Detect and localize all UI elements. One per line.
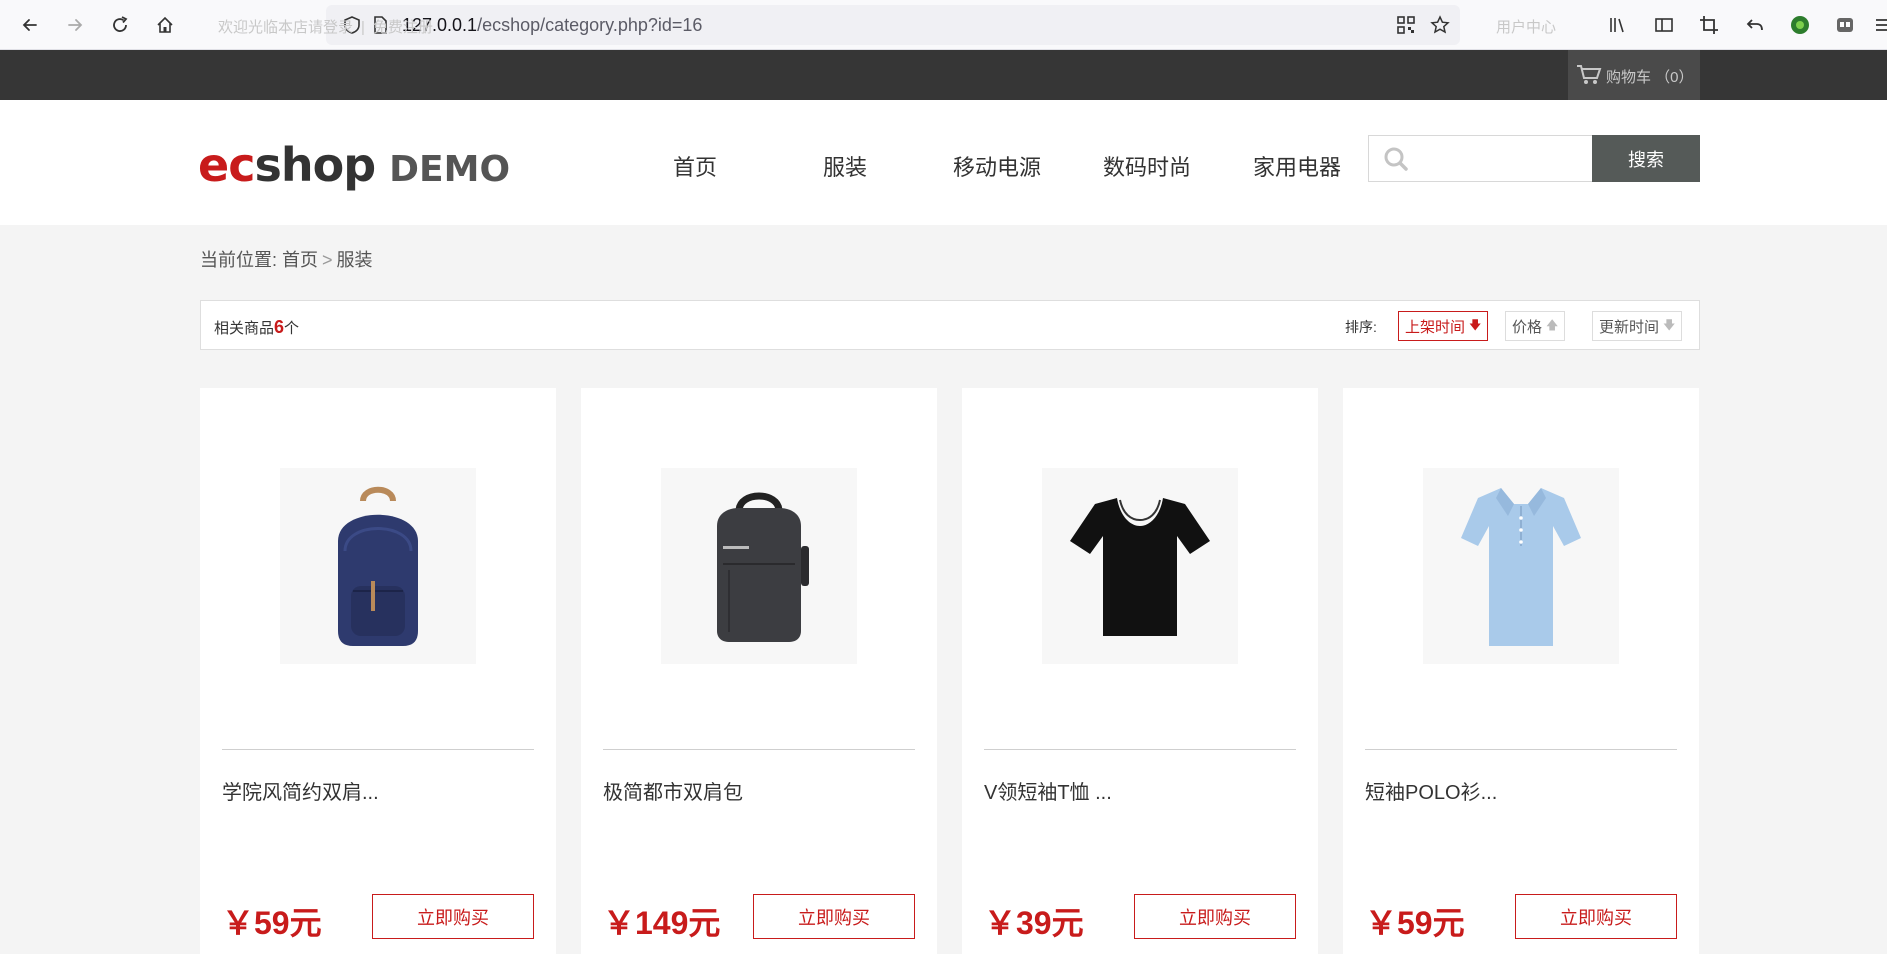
- topbar-separator: |: [361, 19, 365, 36]
- product-image[interactable]: [1042, 468, 1238, 664]
- logo-demo: DEMO: [389, 149, 511, 190]
- search-box: [1368, 135, 1594, 182]
- filter-bar: 相关商品6个 排序: 上架时间 🡇 价格 🡅 更新时间 🡇: [200, 300, 1700, 350]
- search-input[interactable]: [1419, 142, 1587, 176]
- breadcrumb-prefix: 当前位置:: [200, 250, 278, 270]
- sort-by-price-button[interactable]: 价格 🡅: [1505, 311, 1566, 341]
- sort-by-update-button[interactable]: 更新时间 🡇: [1592, 311, 1683, 341]
- crop-icon[interactable]: [1697, 13, 1721, 37]
- product-price: ￥59元: [1365, 905, 1465, 941]
- shopping-cart-icon: [1577, 65, 1602, 84]
- nav-item-home[interactable]: 首页: [673, 150, 717, 182]
- nav-item-appliances[interactable]: 家用电器: [1253, 150, 1341, 182]
- product-card: 学院风简约双肩... ￥59元 立即购买: [200, 388, 556, 954]
- card-divider: [603, 749, 915, 750]
- container-tabs-icon[interactable]: [1833, 13, 1857, 37]
- bookmark-star-icon[interactable]: [1430, 15, 1450, 35]
- buy-now-button[interactable]: 立即购买: [372, 894, 534, 939]
- login-link[interactable]: 欢迎光临本店请登录: [218, 19, 353, 36]
- home-icon: [157, 16, 173, 33]
- sort-label: 排序:: [1345, 319, 1377, 335]
- nav-item-clothing[interactable]: 服装: [823, 150, 867, 182]
- extension-icon[interactable]: [1788, 13, 1812, 37]
- back-button[interactable]: [16, 11, 44, 39]
- forward-button[interactable]: [61, 11, 89, 39]
- product-name[interactable]: 短袖POLO衫...: [1365, 776, 1497, 805]
- tshirt-image: [1070, 498, 1210, 636]
- backpack-image: [717, 492, 809, 642]
- arrow-down-icon: 🡇: [1469, 317, 1482, 332]
- buy-now-button[interactable]: 立即购买: [753, 894, 915, 939]
- backpack-image: [338, 486, 418, 646]
- sort-option-label: 更新时间: [1599, 318, 1660, 336]
- product-price: ￥39元: [984, 905, 1084, 941]
- cart-label: 购物车 （0）: [1606, 69, 1694, 86]
- sort-by-time-button[interactable]: 上架时间 🡇: [1398, 311, 1489, 341]
- product-price: ￥149元: [603, 905, 721, 941]
- reload-icon: [113, 16, 128, 32]
- buy-now-button[interactable]: 立即购买: [1515, 894, 1677, 939]
- arrow-down-icon: 🡇: [1663, 317, 1676, 332]
- card-divider: [222, 749, 534, 750]
- register-link[interactable]: 免费注册: [373, 19, 433, 36]
- sort-option-label: 上架时间: [1405, 318, 1466, 336]
- address-bar[interactable]: 127.0.0.1/ecshop/category.php?id=16: [326, 5, 1460, 45]
- logo-shop: shop: [254, 138, 376, 192]
- product-card: 极简都市双肩包 ￥149元 立即购买: [581, 388, 937, 954]
- breadcrumb-chevron-icon: >: [322, 250, 333, 270]
- user-center-link[interactable]: 用户中心: [1496, 16, 1556, 37]
- product-card: V领短袖T恤 ... ￥39元 立即购买: [962, 388, 1318, 954]
- logo-ec: ec: [198, 138, 255, 192]
- sort-option-label: 价格: [1512, 318, 1543, 336]
- count-prefix: 相关商品: [214, 320, 275, 337]
- home-button[interactable]: [151, 11, 179, 39]
- product-card: 短袖POLO衫... ￥59元 立即购买: [1343, 388, 1699, 954]
- site-logo[interactable]: ec shop DEMO: [198, 138, 511, 192]
- count-suffix: 个: [284, 320, 300, 337]
- reload-button[interactable]: [106, 11, 134, 39]
- qr-code-icon[interactable]: [1396, 15, 1416, 35]
- product-image[interactable]: [280, 468, 476, 664]
- back-arrow-icon: [22, 19, 37, 31]
- breadcrumb: 当前位置: 首页 > 服装: [200, 246, 373, 272]
- buy-now-button[interactable]: 立即购买: [1134, 894, 1296, 939]
- product-name[interactable]: V领短袖T恤 ...: [984, 776, 1112, 805]
- product-name[interactable]: 学院风简约双肩...: [222, 776, 379, 805]
- nav-item-power-bank[interactable]: 移动电源: [953, 150, 1041, 182]
- product-price: ￥59元: [222, 905, 322, 941]
- cart-button[interactable]: 购物车 （0）: [1568, 50, 1700, 100]
- sidebar-icon[interactable]: [1652, 13, 1676, 37]
- arrow-up-icon: 🡅: [1546, 317, 1559, 332]
- breadcrumb-home[interactable]: 首页: [282, 250, 318, 270]
- undo-icon[interactable]: [1743, 13, 1767, 37]
- product-name[interactable]: 极简都市双肩包: [603, 776, 743, 805]
- card-divider: [984, 749, 1296, 750]
- menu-icon[interactable]: [1871, 13, 1887, 37]
- library-icon[interactable]: [1606, 13, 1630, 37]
- product-image[interactable]: [661, 468, 857, 664]
- count-number: 6: [274, 317, 285, 337]
- search-icon: [1384, 147, 1408, 171]
- login-links: 欢迎光临本店请登录 | 免费注册: [218, 16, 433, 37]
- search-button[interactable]: 搜索: [1592, 135, 1700, 182]
- forward-arrow-icon: [68, 19, 83, 31]
- product-count: 相关商品6个: [214, 317, 299, 338]
- nav-item-digital[interactable]: 数码时尚: [1103, 150, 1191, 182]
- url-text[interactable]: 127.0.0.1/ecshop/category.php?id=16: [402, 15, 702, 36]
- breadcrumb-current[interactable]: 服装: [337, 250, 373, 270]
- card-divider: [1365, 749, 1677, 750]
- polo-shirt-image: [1461, 488, 1581, 646]
- product-image[interactable]: [1423, 468, 1619, 664]
